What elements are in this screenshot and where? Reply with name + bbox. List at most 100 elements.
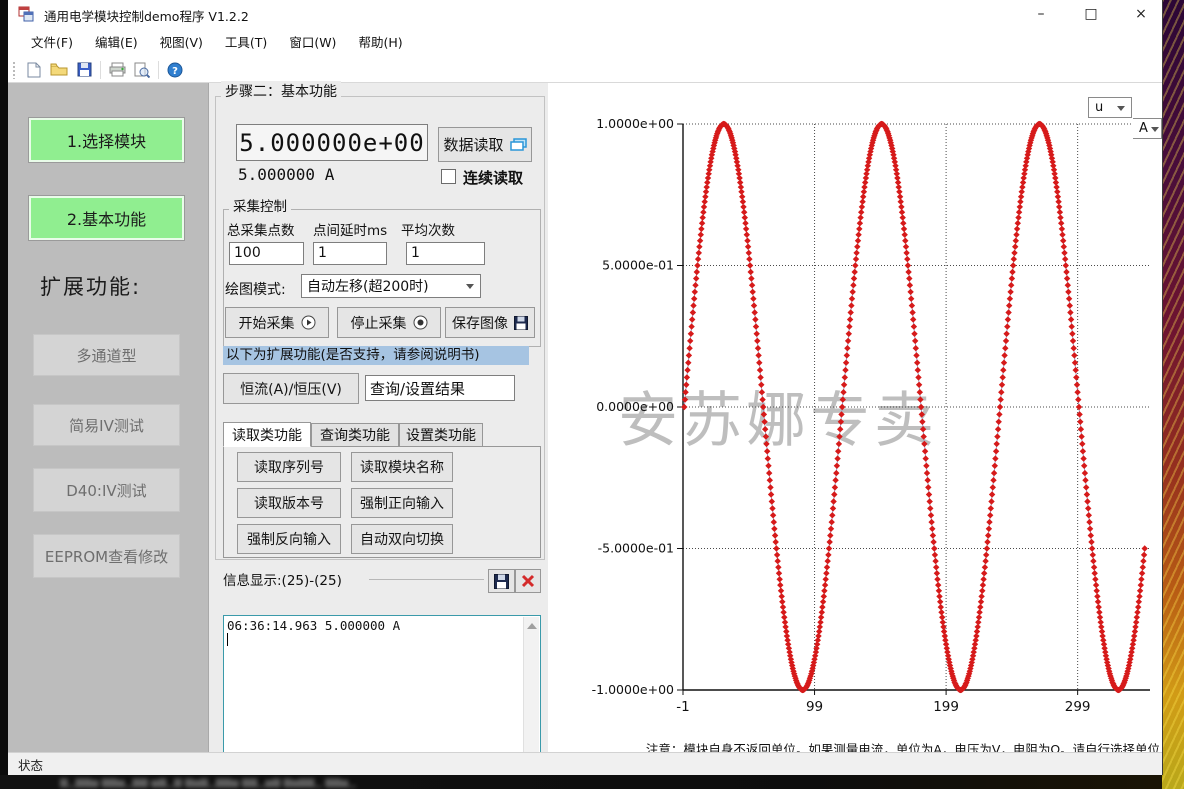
svg-text:99: 99 bbox=[806, 699, 823, 715]
chevron-down-icon bbox=[1117, 106, 1125, 111]
scroll-up-icon[interactable] bbox=[527, 623, 537, 629]
extended-functions-label: 扩展功能: bbox=[40, 271, 141, 301]
app-window: 通用电学模块控制demo程序 V1.2.2 – □ × 文件(F) 编辑(E) … bbox=[8, 0, 1163, 775]
svg-text:-5.0000e-01: -5.0000e-01 bbox=[598, 541, 674, 556]
plot-mode-label: 绘图模式: bbox=[225, 279, 286, 299]
menu-window[interactable]: 窗口(W) bbox=[278, 28, 347, 57]
tab-read-functions[interactable]: 读取类功能 bbox=[223, 422, 311, 447]
taskbar-smudge: ▆▁▆▆▅ ▆▆▅▁▆▆ ▅▆▁▆ ▆▅▆▁▆▆▅ ▆▆▁▅▆ ▆▅▆▆▁ ▆▆… bbox=[60, 777, 356, 788]
unit-prefix-select[interactable]: u bbox=[1088, 97, 1132, 118]
point-delay-input[interactable]: 1 bbox=[313, 242, 387, 265]
svg-text:1.0000e+00: 1.0000e+00 bbox=[596, 116, 674, 131]
acquisition-group-title: 采集控制 bbox=[229, 195, 291, 215]
copy-windows-icon bbox=[510, 138, 527, 152]
svg-text:299: 299 bbox=[1065, 699, 1091, 715]
auto-bidirectional-button[interactable]: 自动双向切换 bbox=[351, 524, 453, 554]
sidebar-multichannel-button[interactable]: 多通道型 bbox=[33, 334, 180, 376]
svg-text:5.0000e-01: 5.0000e-01 bbox=[602, 258, 674, 273]
info-group-title: 信息显示:(25)-(25) bbox=[223, 569, 342, 589]
control-panel: 步骤二：基本功能 5.000000e+00 数据读取 5.000000 A 连续… bbox=[208, 83, 549, 752]
average-count-label: 平均次数 bbox=[401, 219, 455, 239]
sidebar-d40-iv-test-button[interactable]: D40:IV测试 bbox=[33, 468, 180, 512]
log-scrollbar[interactable] bbox=[523, 617, 539, 770]
menu-tools[interactable]: 工具(T) bbox=[214, 28, 278, 57]
toolbar-separator bbox=[100, 61, 101, 79]
menu-help[interactable]: 帮助(H) bbox=[347, 28, 413, 57]
query-result-input[interactable]: 查询/设置结果 bbox=[365, 375, 515, 401]
clear-log-button[interactable] bbox=[515, 569, 541, 593]
help-icon[interactable]: ? bbox=[166, 61, 184, 79]
chevron-down-icon bbox=[1151, 127, 1159, 132]
read-version-button[interactable]: 读取版本号 bbox=[237, 488, 341, 518]
sidebar-simple-iv-test-button[interactable]: 简易IV测试 bbox=[33, 404, 180, 446]
svg-text:-1: -1 bbox=[676, 699, 689, 715]
tab-set-functions[interactable]: 设置类功能 bbox=[399, 423, 483, 447]
stop-acquire-button[interactable]: 停止采集 bbox=[337, 307, 441, 338]
open-folder-icon[interactable] bbox=[50, 61, 68, 79]
window-title: 通用电学模块控制demo程序 V1.2.2 bbox=[44, 6, 249, 25]
unit-select[interactable]: A bbox=[1133, 118, 1162, 139]
title-bar: 通用电学模块控制demo程序 V1.2.2 – □ × bbox=[8, 0, 1162, 28]
plot-mode-select[interactable]: 自动左移(超200时) bbox=[301, 274, 481, 298]
save-log-button[interactable] bbox=[488, 569, 515, 593]
desktop-left-strip bbox=[0, 0, 8, 789]
menu-edit[interactable]: 编辑(E) bbox=[84, 28, 149, 57]
sidebar-eeprom-edit-button[interactable]: EEPROM查看修改 bbox=[33, 534, 180, 578]
app-icon bbox=[18, 6, 34, 22]
print-preview-icon[interactable] bbox=[133, 61, 151, 79]
stop-icon bbox=[413, 315, 428, 330]
reading-display: 5.000000e+00 bbox=[236, 124, 428, 161]
extension-banner: 以下为扩展功能(是否支持，请参阅说明书) bbox=[223, 346, 529, 365]
svg-text:0.0000e+00: 0.0000e+00 bbox=[596, 399, 674, 414]
svg-text:安苏娜专卖: 安苏娜专卖 bbox=[618, 386, 938, 456]
force-reverse-input-button[interactable]: 强制反向输入 bbox=[237, 524, 341, 554]
desktop-taskbar-strip: ▆▁▆▆▅ ▆▆▅▁▆▆ ▅▆▁▆ ▆▅▆▁▆▆▅ ▆▆▁▅▆ ▆▅▆▆▁ ▆▆… bbox=[0, 775, 1162, 789]
log-text: 06:36:14.963 5.000000 A bbox=[227, 618, 400, 633]
text-cursor bbox=[227, 633, 228, 646]
read-module-name-button[interactable]: 读取模块名称 bbox=[351, 452, 453, 482]
info-group-line bbox=[369, 579, 484, 580]
sidebar-step2-basic-function-button[interactable]: 2.基本功能 bbox=[28, 195, 185, 241]
sidebar: 1.选择模块 2.基本功能 扩展功能: 多通道型 简易IV测试 D40:IV测试… bbox=[8, 83, 206, 752]
tab-query-functions[interactable]: 查询类功能 bbox=[311, 423, 399, 447]
average-count-input[interactable]: 1 bbox=[406, 242, 485, 265]
reading-with-unit-label: 5.000000 A bbox=[238, 165, 334, 184]
read-data-button[interactable]: 数据读取 bbox=[438, 127, 532, 162]
total-points-input[interactable]: 100 bbox=[229, 242, 304, 265]
read-serial-button[interactable]: 读取序列号 bbox=[237, 452, 341, 482]
desktop-right-strip bbox=[1162, 0, 1184, 789]
force-forward-input-button[interactable]: 强制正向输入 bbox=[351, 488, 453, 518]
log-textarea[interactable]: 06:36:14.963 5.000000 A bbox=[223, 615, 541, 772]
minimize-button[interactable]: – bbox=[1030, 6, 1052, 22]
menu-bar: 文件(F) 编辑(E) 视图(V) 工具(T) 窗口(W) 帮助(H) bbox=[8, 28, 1162, 57]
point-delay-label: 点间延时ms bbox=[313, 219, 387, 239]
total-points-label: 总采集点数 bbox=[227, 219, 295, 239]
cc-cv-toggle-button[interactable]: 恒流(A)/恒压(V) bbox=[223, 373, 359, 404]
svg-text:199: 199 bbox=[933, 699, 959, 715]
svg-text:?: ? bbox=[172, 66, 178, 77]
chevron-down-icon bbox=[466, 284, 474, 289]
print-icon[interactable] bbox=[108, 61, 126, 79]
main-area: 1.选择模块 2.基本功能 扩展功能: 多通道型 简易IV测试 D40:IV测试… bbox=[8, 83, 1162, 752]
step2-group-title: 步骤二：基本功能 bbox=[221, 81, 341, 101]
sidebar-step1-select-module-button[interactable]: 1.选择模块 bbox=[28, 117, 185, 163]
red-x-icon bbox=[521, 574, 535, 588]
maximize-button[interactable]: □ bbox=[1080, 6, 1102, 22]
play-icon bbox=[301, 315, 316, 330]
floppy-icon bbox=[514, 316, 528, 330]
status-bar: 状态 bbox=[8, 752, 1162, 775]
menu-file[interactable]: 文件(F) bbox=[20, 28, 84, 57]
tool-bar: ? bbox=[8, 57, 1162, 83]
floppy-icon bbox=[494, 574, 509, 589]
chart-panel: 安苏娜专卖 1.0000e+00 5.0000e-01 0.0000e+00 -5.00… bbox=[548, 83, 1162, 752]
menu-view[interactable]: 视图(V) bbox=[149, 28, 214, 57]
start-acquire-button[interactable]: 开始采集 bbox=[225, 307, 329, 338]
new-document-icon[interactable] bbox=[25, 61, 43, 79]
continuous-read-checkbox[interactable] bbox=[441, 169, 456, 184]
status-text: 状态 bbox=[18, 755, 43, 774]
close-button[interactable]: × bbox=[1130, 6, 1152, 22]
save-image-button[interactable]: 保存图像 bbox=[445, 307, 535, 338]
save-icon[interactable] bbox=[75, 61, 93, 79]
toolbar-gripper bbox=[12, 61, 16, 79]
sine-wave-chart: 安苏娜专卖 1.0000e+00 5.0000e-01 0.0000e+00 -5.00… bbox=[548, 83, 1162, 752]
